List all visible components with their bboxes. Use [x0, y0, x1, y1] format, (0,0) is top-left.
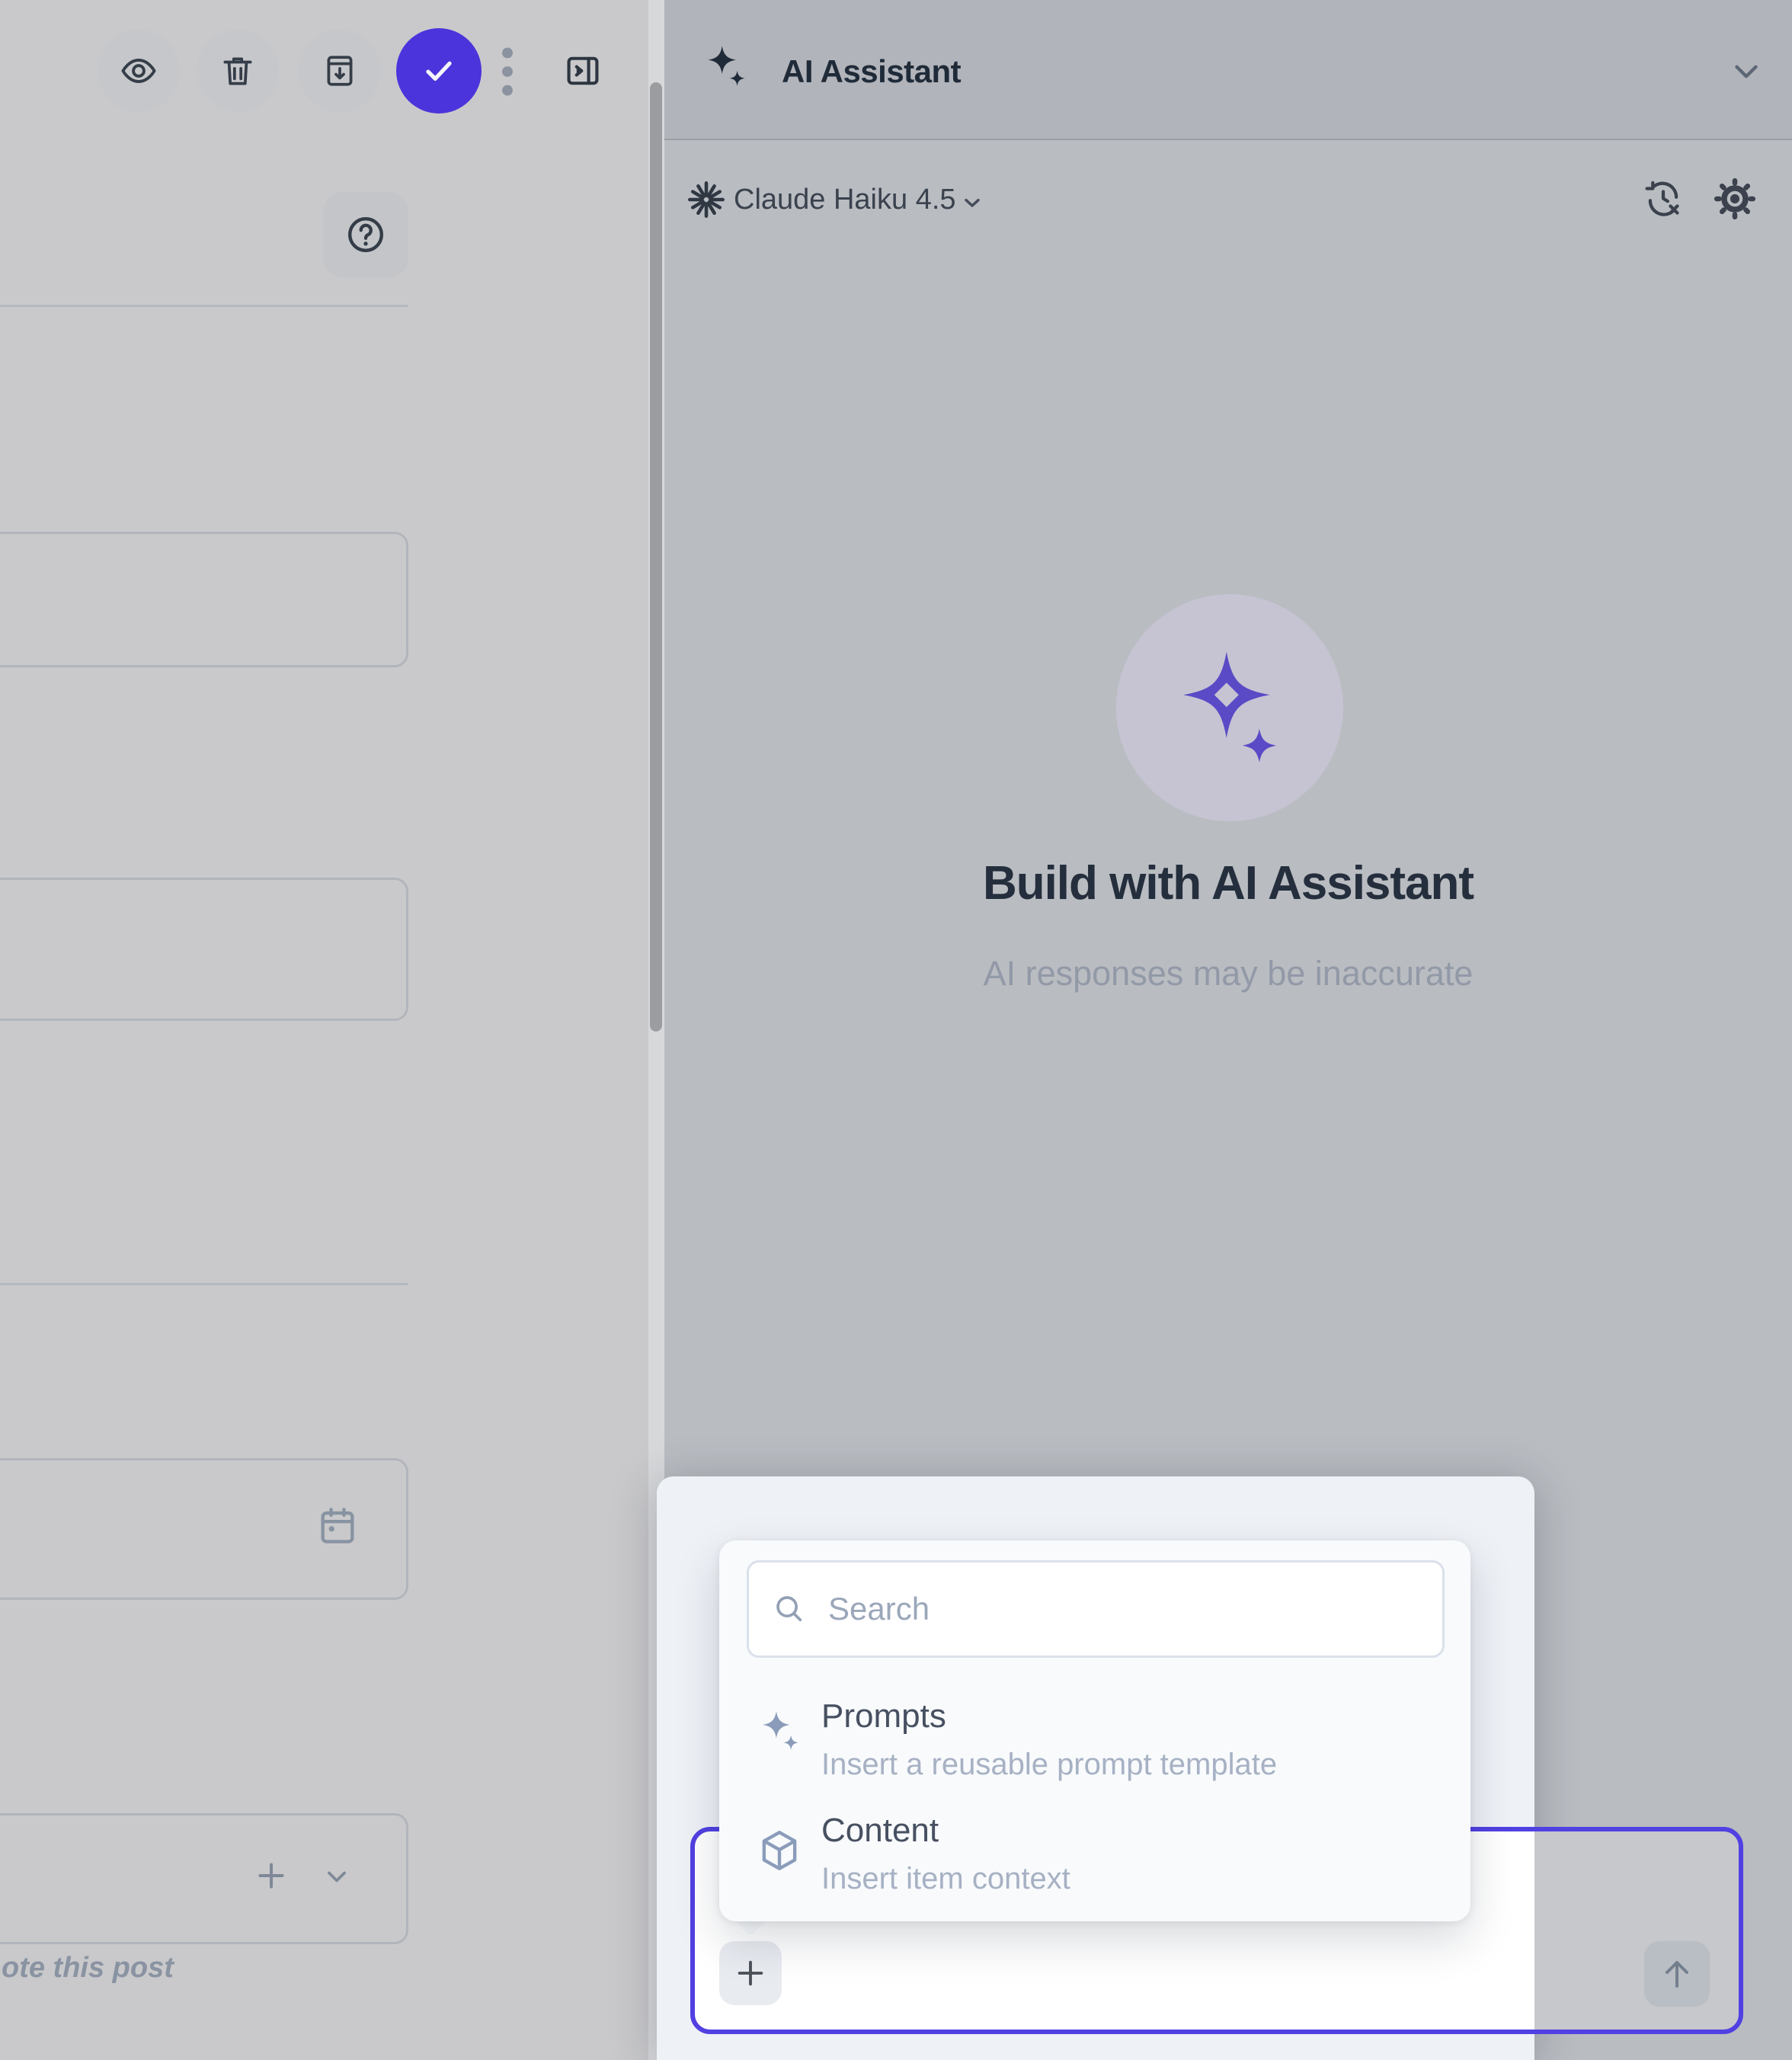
calendar-picker-button[interactable]	[311, 1499, 364, 1553]
trash-icon	[219, 52, 257, 90]
scrollbar-thumb[interactable]	[650, 82, 662, 1032]
chevron-down-icon	[320, 1860, 354, 1893]
settings-gear-icon	[1714, 178, 1756, 220]
promote-note-text: ote this post	[2, 1952, 174, 1985]
text-field[interactable]	[0, 532, 408, 667]
model-selector-chevron[interactable]	[957, 187, 987, 218]
expand-options-button[interactable]	[315, 1857, 358, 1895]
help-button[interactable]	[323, 192, 408, 277]
kebab-menu-icon	[498, 44, 517, 99]
text-field[interactable]	[0, 878, 408, 1021]
empty-state-subtitle: AI responses may be inaccurate	[733, 954, 1723, 993]
collapse-panel-button[interactable]	[1725, 50, 1768, 93]
more-options-button[interactable]	[489, 43, 526, 101]
menu-item-content[interactable]: Content Insert item context	[731, 1802, 1458, 1906]
menu-item-prompts[interactable]: Prompts Insert a reusable prompt templat…	[731, 1688, 1458, 1792]
app-window: ote this post AI Assistant Claude Haiku …	[0, 0, 1792, 2060]
archive-button[interactable]	[299, 30, 381, 112]
clear-history-button[interactable]	[1640, 175, 1687, 222]
plus-icon	[733, 1956, 768, 1991]
check-icon	[419, 51, 459, 91]
add-item-button[interactable]	[248, 1853, 294, 1898]
eye-icon	[119, 51, 158, 91]
claude-starburst-icon	[684, 177, 728, 222]
panel-title: AI Assistant	[782, 53, 961, 90]
menu-item-description: Insert a reusable prompt template	[821, 1748, 1277, 1782]
menu-item-title: Content	[821, 1812, 939, 1850]
chevron-down-icon	[1727, 53, 1765, 91]
circle-question-icon	[344, 213, 388, 257]
toggle-panel-button[interactable]	[561, 50, 605, 92]
sparkle-icon	[1169, 645, 1294, 772]
calendar-icon	[315, 1504, 360, 1548]
send-button[interactable]	[1644, 1941, 1710, 2007]
editor-panel: ote this post	[0, 0, 664, 2060]
confirm-button[interactable]	[396, 28, 482, 114]
chevron-down-icon	[960, 190, 984, 215]
plus-icon	[252, 1857, 290, 1895]
model-selector-label[interactable]: Claude Haiku 4.5	[734, 184, 956, 216]
settings-button[interactable]	[1711, 175, 1758, 222]
menu-item-title: Prompts	[821, 1697, 946, 1735]
archive-down-icon	[321, 52, 359, 90]
preview-button[interactable]	[98, 30, 180, 112]
attach-button[interactable]	[719, 1941, 782, 2005]
search-input[interactable]	[747, 1560, 1445, 1658]
empty-state-title: Build with AI Assistant	[733, 856, 1723, 910]
clear-history-icon	[1643, 178, 1684, 219]
sparkle-icon	[754, 1707, 805, 1760]
arrow-up-icon	[1659, 1956, 1695, 1992]
menu-item-description: Insert item context	[821, 1862, 1070, 1896]
search-icon	[771, 1591, 806, 1626]
panel-right-icon	[562, 51, 603, 91]
sparkle-icon	[698, 40, 753, 98]
section-divider	[0, 1283, 408, 1285]
delete-button[interactable]	[197, 30, 279, 112]
cube-icon	[756, 1827, 803, 1874]
section-divider	[0, 305, 408, 307]
